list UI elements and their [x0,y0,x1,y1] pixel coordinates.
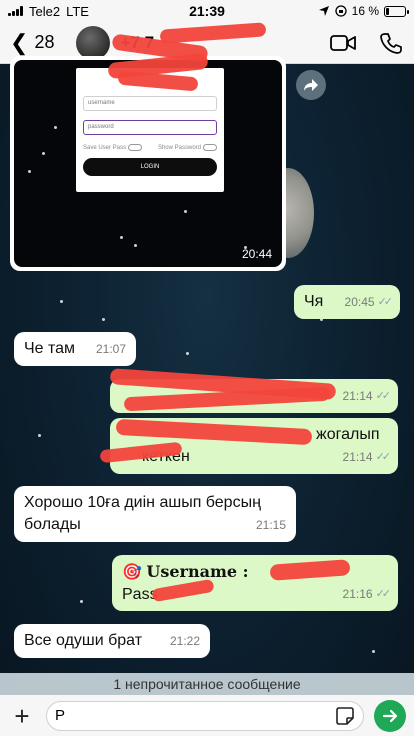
star [80,600,83,603]
message-bubble-out[interactable]: Чя 20:45 ✓✓ [294,285,400,319]
toggle-icon [203,144,217,151]
location-arrow-icon [318,6,329,16]
video-call-button[interactable] [330,30,356,56]
message-text: Чя [304,293,324,310]
status-bar: Tele2 LTE 21:39 16 % [0,0,414,22]
message-time: 20:45 [344,295,375,309]
back-button[interactable]: ❮ 28 [10,29,55,55]
carrier-name: Tele2 [29,3,61,19]
message-time: 21:15 [255,518,286,532]
target-emoji-icon: 🎯 [122,564,142,581]
save-user-pass-label: Save User Pass [83,144,143,152]
message-text: Все одуши брат [24,632,143,649]
chevron-left-icon: ❮ [10,29,29,55]
message-username-label: Username : [146,562,249,581]
message-meta: 21:14 ✓✓ [342,385,392,407]
star [186,352,189,355]
star [372,650,375,653]
plus-icon: + [14,700,30,731]
status-right: 16 % [266,4,409,18]
send-button[interactable] [374,699,406,732]
message-meta: 20:45 ✓✓ [344,291,394,313]
message-meta: 21:22 [170,630,200,652]
star [60,300,63,303]
star [120,236,123,239]
share-forward-icon [304,79,318,91]
star [184,210,187,213]
message-time: 20:44 [241,247,272,261]
network-type: LTE [66,3,89,19]
message-bubble-in[interactable]: Все одуши брат 21:22 [14,624,210,658]
message-time: 21:16 [342,587,373,601]
status-time: 21:39 [189,3,225,19]
battery-icon [384,5,409,17]
video-icon [330,34,356,51]
unread-messages-banner: 1 непрочитанное сообщение [0,673,414,695]
login-toggles: Save User Pass Show Password [83,144,217,151]
star [102,318,105,321]
avatar[interactable] [76,25,111,60]
send-arrow-icon [382,709,398,722]
message-input-value: Р [55,707,66,724]
message-meta: 21:07 [96,338,126,360]
double-check-icon: ✓✓ [375,588,392,600]
status-left: Tele2 LTE [8,4,148,19]
voice-call-button[interactable] [378,30,404,56]
signal-icon [8,6,23,16]
message-meta: 21:16 ✓✓ [342,583,392,605]
message-time: 21:07 [95,342,126,356]
show-password-text: Show Password [157,145,201,152]
battery-percent: 16 % [351,4,379,18]
phone-icon [380,32,402,54]
battery-level [386,7,389,15]
image-message[interactable]: username password Save User Pass Show Pa… [10,56,286,271]
double-check-icon: ✓✓ [377,296,394,308]
message-text: Че там [24,340,76,357]
orientation-lock-icon [334,5,347,17]
star [54,126,57,129]
message-input[interactable]: Р [46,700,364,731]
message-meta: 21:15 [256,514,286,536]
double-check-icon: ✓✓ [375,451,392,463]
double-check-icon: ✓✓ [375,390,392,402]
attach-button[interactable]: + [8,703,36,729]
username-field: username [83,96,217,111]
header-actions [330,30,404,56]
message-time: 21:22 [169,634,200,648]
star [28,170,31,173]
message-bubble-out[interactable]: 🎯 Username : Pass 21:16 ✓✓ [112,555,398,611]
message-time: 21:14 [342,450,373,464]
star [42,152,45,155]
save-user-pass-text: Save User Pass [83,145,127,152]
sticker-icon[interactable] [335,706,355,726]
login-button-image: LOGIN [83,158,217,177]
message-time: 21:14 [342,389,373,403]
message-text-line2: болады [24,516,81,533]
message-bubble-in[interactable]: Хорошо 10ға диін ашып берсың болады 21:1… [14,486,296,542]
message-bubble-in[interactable]: Че там 21:07 [14,332,136,366]
image-content: username password Save User Pass Show Pa… [14,60,282,267]
star [38,434,41,437]
back-unread-count: 28 [34,32,55,52]
message-text: Хорошо 10ға диін ашып берсың [24,494,261,511]
toggle-icon [128,144,143,151]
star [134,244,137,247]
forward-button[interactable] [296,70,326,100]
password-field: password [83,120,217,135]
message-composer: + Р [0,695,414,736]
show-password-label: Show Password [158,144,217,151]
message-meta: 21:14 ✓✓ [342,446,392,468]
